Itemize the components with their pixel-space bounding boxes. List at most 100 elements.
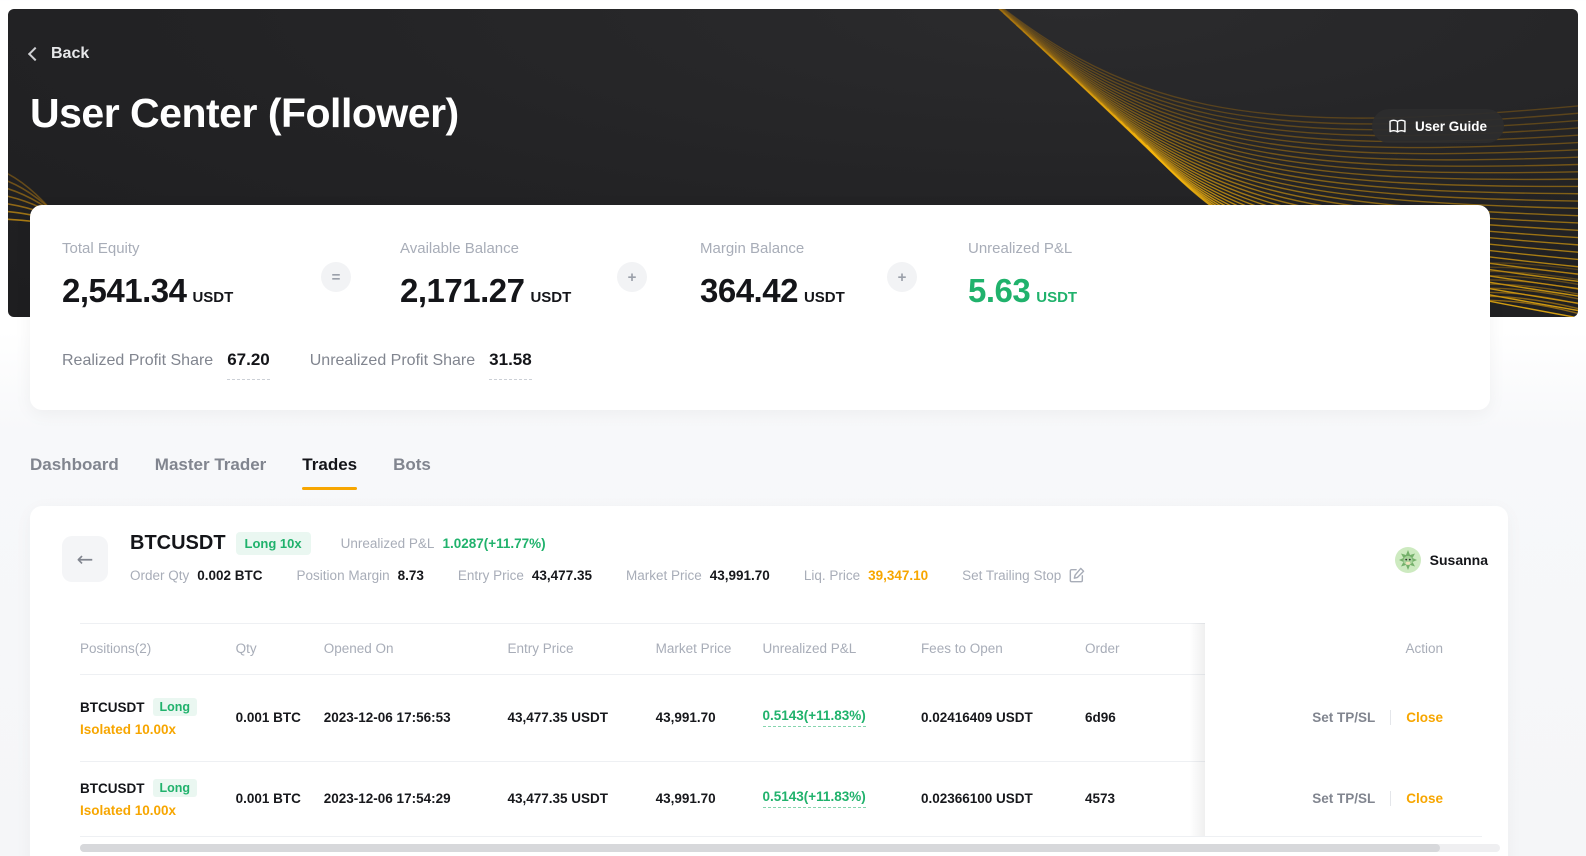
user-guide-button[interactable]: User Guide: [1372, 109, 1504, 143]
horizontal-scrollbar-thumb[interactable]: [80, 844, 1440, 852]
col-header-entry-price: Entry Price: [508, 641, 656, 656]
main-tabs: Dashboard Master Trader Trades Bots: [30, 455, 1586, 490]
set-trailing-stop-button[interactable]: Set Trailing Stop: [962, 567, 1085, 583]
field-value: 43,477.35: [532, 568, 592, 583]
row-entry-price: 43,477.35 USDT: [508, 791, 656, 806]
unrealized-pnl-value: 1.0287(+11.77%): [442, 536, 545, 551]
divider: [80, 836, 1482, 837]
field-value: 0.002 BTC: [197, 568, 262, 583]
row-market-price: 43,991.70: [656, 710, 763, 725]
table-row: BTCUSDT Long Isolated 10.00x 0.001 BTC 2…: [30, 674, 1508, 761]
field-label: Market Price: [626, 568, 702, 583]
metric-value: 364.42: [700, 272, 798, 310]
metric-label: Margin Balance: [700, 240, 887, 258]
col-header-positions: Positions(2): [80, 641, 236, 656]
unrealized-profit-share: Unrealized Profit Share 31.58: [310, 350, 532, 380]
master-trader-chip[interactable]: Susanna: [1395, 547, 1488, 573]
symbol-label: BTCUSDT: [130, 532, 226, 555]
close-position-button[interactable]: Close: [1406, 791, 1443, 806]
arrow-left-icon: ←: [77, 547, 94, 571]
plus-icon: +: [887, 262, 917, 292]
position-cell: BTCUSDT Long Isolated 10.00x: [80, 779, 236, 818]
action-divider: [1390, 710, 1391, 725]
row-unrealized-pnl[interactable]: 0.5143(+11.83%): [763, 708, 866, 727]
share-label: Unrealized Profit Share: [310, 352, 475, 370]
row-qty: 0.001 BTC: [236, 710, 324, 725]
metric-unrealized-pnl: Unrealized P&L 5.63 USDT: [968, 240, 1077, 310]
user-guide-label: User Guide: [1415, 119, 1487, 134]
back-button[interactable]: Back: [30, 45, 89, 63]
table-row: BTCUSDT Long Isolated 10.00x 0.001 BTC 2…: [30, 761, 1508, 836]
row-opened-on: 2023-12-06 17:54:29: [324, 791, 508, 806]
side-leverage-badge: Long 10x: [236, 532, 311, 555]
field-value: 39,347.10: [868, 568, 928, 583]
action-divider: [1390, 791, 1391, 806]
trader-name: Susanna: [1430, 552, 1488, 568]
col-header-market-price: Market Price: [656, 641, 763, 656]
table-header-row: Positions(2) Qty Opened On Entry Price M…: [30, 623, 1508, 674]
metric-label: Unrealized P&L: [968, 240, 1077, 258]
field-label: Entry Price: [458, 568, 524, 583]
margin-mode: Isolated 10.00x: [80, 722, 236, 737]
col-header-order: Order: [1085, 641, 1205, 656]
equals-icon: =: [321, 262, 351, 292]
metric-unit: USDT: [192, 289, 233, 306]
tab-master-trader[interactable]: Master Trader: [155, 455, 267, 490]
row-qty: 0.001 BTC: [236, 791, 324, 806]
set-tpsl-button[interactable]: Set TP/SL: [1312, 710, 1375, 725]
unrealized-pnl-label: Unrealized P&L: [341, 536, 435, 551]
row-fees-to-open: 0.02416409 USDT: [921, 710, 1085, 725]
metric-label: Available Balance: [400, 240, 617, 258]
field-label: Liq. Price: [804, 568, 860, 583]
field-entry-price: Entry Price 43,477.35: [458, 568, 592, 583]
metric-unit: USDT: [804, 289, 845, 306]
page-title: User Center (Follower): [30, 90, 459, 137]
metric-value: 2,541.34: [62, 272, 186, 310]
share-value[interactable]: 31.58: [489, 350, 532, 380]
metric-available-balance: Available Balance 2,171.27 USDT: [400, 240, 617, 310]
side-badge: Long: [153, 779, 198, 797]
field-label: Position Margin: [297, 568, 390, 583]
row-order-id: 6d96: [1085, 710, 1205, 725]
metric-total-equity: Total Equity 2,541.34 USDT: [62, 240, 321, 310]
collapse-back-button[interactable]: ←: [62, 536, 108, 582]
col-header-unrealized-pnl: Unrealized P&L: [763, 641, 921, 656]
position-cell: BTCUSDT Long Isolated 10.00x: [80, 698, 236, 737]
share-label: Realized Profit Share: [62, 352, 213, 370]
col-header-action: Action: [1405, 641, 1443, 656]
row-entry-price: 43,477.35 USDT: [508, 710, 656, 725]
row-unrealized-pnl[interactable]: 0.5143(+11.83%): [763, 789, 866, 808]
col-header-qty: Qty: [236, 641, 324, 656]
realized-profit-share: Realized Profit Share 67.20: [62, 350, 270, 380]
chevron-left-icon: [28, 47, 42, 61]
margin-mode: Isolated 10.00x: [80, 803, 236, 818]
metric-unit: USDT: [1036, 289, 1077, 306]
profit-share-row: Realized Profit Share 67.20 Unrealized P…: [62, 350, 1490, 380]
balance-card: Total Equity 2,541.34 USDT = Available B…: [30, 205, 1490, 410]
field-position-margin: Position Margin 8.73: [297, 568, 424, 583]
field-value: 8.73: [398, 568, 424, 583]
plus-icon: +: [617, 262, 647, 292]
trader-avatar: [1395, 547, 1421, 573]
tab-trades[interactable]: Trades: [302, 455, 357, 490]
field-label: Order Qty: [130, 568, 189, 583]
trades-card: ← BTCUSDT Long 10x Unrealized P&L 1.0287…: [30, 506, 1508, 856]
metric-value: 5.63: [968, 272, 1030, 310]
tab-bots[interactable]: Bots: [393, 455, 431, 490]
field-liq-price: Liq. Price 39,347.10: [804, 568, 928, 583]
col-header-fees-to-open: Fees to Open: [921, 641, 1085, 656]
row-symbol: BTCUSDT: [80, 781, 145, 796]
metric-value: 2,171.27: [400, 272, 524, 310]
book-icon: [1389, 119, 1406, 134]
tab-dashboard[interactable]: Dashboard: [30, 455, 119, 490]
balance-row: Total Equity 2,541.34 USDT = Available B…: [30, 205, 1490, 310]
share-value[interactable]: 67.20: [227, 350, 270, 380]
row-order-id: 4573: [1085, 791, 1205, 806]
pinned-column-shadow: [1189, 623, 1205, 836]
horizontal-scrollbar-track[interactable]: [80, 844, 1500, 852]
row-opened-on: 2023-12-06 17:56:53: [324, 710, 508, 725]
set-tpsl-button[interactable]: Set TP/SL: [1312, 791, 1375, 806]
field-market-price: Market Price 43,991.70: [626, 568, 770, 583]
close-position-button[interactable]: Close: [1406, 710, 1443, 725]
metric-unit: USDT: [530, 289, 571, 306]
